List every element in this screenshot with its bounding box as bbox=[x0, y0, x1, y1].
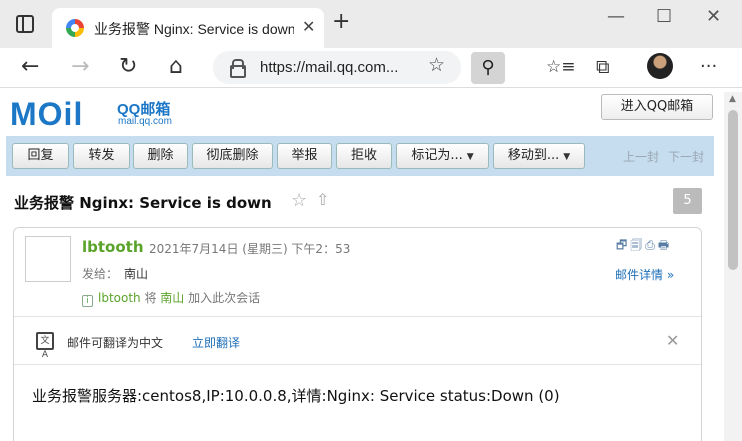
close-window-button[interactable]: ✕ bbox=[706, 6, 721, 27]
tab-title: 业务报警 Nginx: Service is down bbox=[94, 21, 294, 37]
lock-icon[interactable] bbox=[230, 59, 246, 78]
translate-now-link[interactable]: 立即翻译 bbox=[192, 334, 240, 351]
tab-strip: 业务报警 Nginx: Service is down ✕ + — ☐ ✕ bbox=[0, 0, 742, 48]
info-icon: i bbox=[82, 295, 93, 307]
profile-avatar[interactable] bbox=[647, 53, 673, 79]
prev-mail-link[interactable]: 上一封 bbox=[623, 148, 659, 165]
tab-close-icon[interactable]: ✕ bbox=[302, 17, 315, 36]
next-mail-link[interactable]: 下一封 bbox=[668, 148, 704, 165]
mail-body: 业务报警服务器:centos8,IP:10.0.0.8,详情:Nginx: Se… bbox=[32, 387, 560, 405]
report-button[interactable]: 举报 bbox=[277, 143, 332, 169]
sender-avatar[interactable] bbox=[25, 236, 71, 282]
reload-icon[interactable]: ↻ bbox=[119, 54, 137, 80]
mail-subject: 业务报警 Nginx: Service is down bbox=[14, 194, 272, 212]
star-icon[interactable]: ☆ bbox=[291, 190, 307, 211]
delete-button[interactable]: 删除 bbox=[133, 143, 188, 169]
minimize-button[interactable]: — bbox=[607, 6, 625, 27]
collections-icon[interactable]: ⧉ bbox=[596, 54, 610, 80]
add-favorite-icon[interactable]: ☆ bbox=[428, 54, 445, 76]
sender-name[interactable]: lbtooth bbox=[82, 238, 144, 256]
back-icon[interactable]: ← bbox=[21, 54, 39, 80]
move-to-dropdown[interactable]: 移动到... ▼ bbox=[493, 143, 585, 169]
qq-mail-favicon-icon bbox=[66, 19, 84, 37]
conversation-notice: i lbtooth 将 南山 加入此次会话 bbox=[82, 289, 260, 307]
tab-actions-icon[interactable] bbox=[16, 15, 34, 33]
mail-date: 2021年7月14日 (星期三) 下午2：53 bbox=[149, 242, 351, 256]
translate-prompt: 邮件可翻译为中文 bbox=[67, 336, 164, 350]
scroll-thumb[interactable] bbox=[728, 110, 738, 270]
mark-as-label: 标记为... bbox=[411, 148, 463, 163]
mail-view-icons[interactable]: 🗗🗐⎙🖶 bbox=[616, 236, 672, 257]
home-icon[interactable]: ⌂ bbox=[169, 54, 183, 80]
conv-joiner: 将 bbox=[140, 291, 161, 305]
recipient-row: 发给： 南山 bbox=[82, 265, 148, 282]
conversation-count-badge[interactable]: 5 bbox=[673, 188, 702, 214]
up-arrow-icon[interactable]: ⇧ bbox=[316, 190, 329, 209]
favorites-list-icon[interactable]: ☆≡ bbox=[546, 54, 575, 80]
divider bbox=[14, 364, 701, 365]
chevron-down-icon: ▼ bbox=[466, 152, 474, 162]
mark-as-dropdown[interactable]: 标记为... ▼ bbox=[396, 143, 489, 169]
maximize-button[interactable]: ☐ bbox=[656, 6, 672, 27]
move-to-label: 移动到... bbox=[507, 148, 560, 163]
enter-qq-mail-button[interactable]: 进入QQ邮箱 bbox=[601, 94, 713, 120]
browser-tab[interactable]: 业务报警 Nginx: Service is down ✕ bbox=[52, 8, 324, 48]
scroll-up-icon[interactable]: ▲ bbox=[729, 94, 736, 104]
close-icon[interactable]: ✕ bbox=[666, 331, 679, 350]
permanent-delete-button[interactable]: 彻底删除 bbox=[192, 143, 273, 169]
reject-button[interactable]: 拒收 bbox=[336, 143, 392, 169]
translate-icon: 文A bbox=[36, 332, 54, 360]
divider bbox=[14, 316, 701, 317]
mail-details-link[interactable]: 邮件详情 » bbox=[615, 266, 674, 283]
extension-icon[interactable]: ⚲ bbox=[471, 52, 505, 84]
chevron-down-icon: ▼ bbox=[563, 152, 571, 162]
recipient-name[interactable]: 南山 bbox=[124, 267, 148, 281]
forward-icon[interactable]: → bbox=[71, 54, 89, 80]
url-text[interactable]: https://mail.qq.com... bbox=[260, 59, 398, 76]
mail-action-toolbar: 回复 转发 删除 彻底删除 举报 拒收 标记为... ▼ 移动到... ▼ 上一封 … bbox=[6, 136, 714, 176]
logo-domain: mail.qq.com bbox=[118, 116, 172, 127]
new-tab-button[interactable]: + bbox=[332, 11, 350, 33]
conv-suffix: 加入此次会话 bbox=[184, 291, 261, 305]
to-label: 发给： bbox=[82, 267, 119, 281]
conv-sender[interactable]: lbtooth bbox=[98, 291, 141, 305]
address-toolbar: ← → ↻ ⌂ https://mail.qq.com... ☆ ⚲ ☆≡ ⧉ … bbox=[0, 48, 742, 88]
url-bar[interactable]: https://mail.qq.com... ☆ bbox=[213, 51, 461, 84]
logo-mark: MOil bbox=[10, 96, 84, 132]
reply-button[interactable]: 回复 bbox=[12, 143, 69, 169]
more-menu-icon[interactable]: ··· bbox=[700, 54, 717, 80]
qq-mail-logo[interactable]: MOil QQ邮箱 mail.qq.com bbox=[10, 96, 180, 132]
mail-card: lbtooth 2021年7月14日 (星期三) 下午2：53 发给： 南山 il… bbox=[13, 227, 702, 441]
scrollbar[interactable]: ▲ bbox=[724, 92, 742, 441]
forward-button[interactable]: 转发 bbox=[73, 143, 130, 169]
conv-target[interactable]: 南山 bbox=[160, 291, 184, 305]
